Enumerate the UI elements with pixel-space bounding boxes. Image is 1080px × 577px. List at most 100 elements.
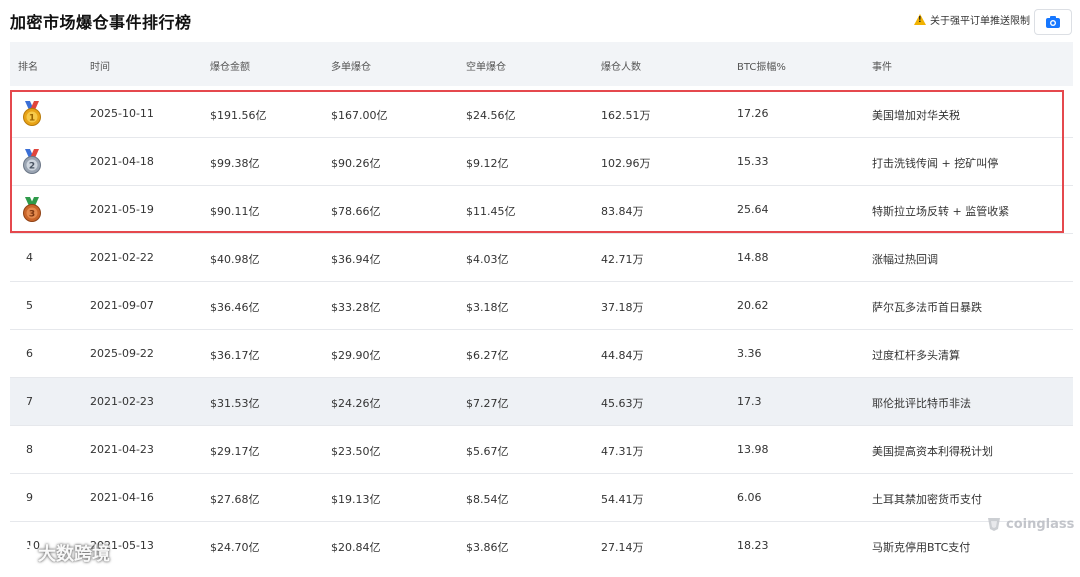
cell-total: $36.17亿 — [210, 349, 260, 362]
header-btc-amplitude[interactable]: BTC振幅% — [737, 58, 786, 73]
cell-event: 美国增加对华关税 — [872, 109, 960, 122]
svg-text:1: 1 — [29, 114, 35, 124]
svg-text:3: 3 — [29, 210, 35, 220]
cell-rank: 7 — [26, 395, 33, 408]
header-long-liquidation[interactable]: 多单爆仓 — [331, 58, 371, 73]
cell-btc: 18.23 — [737, 539, 769, 552]
chat-bubble-icon — [8, 542, 34, 563]
svg-text:2: 2 — [29, 162, 35, 172]
cell-date: 2021-02-22 — [90, 251, 154, 264]
notice-label: 关于强平订单推送限制 — [930, 16, 1030, 27]
cell-total: $24.70亿 — [210, 541, 260, 554]
cell-total: $90.11亿 — [210, 205, 260, 218]
table-row[interactable]: 7 2021-02-23 $31.53亿 $24.26亿 $7.27亿 45.6… — [10, 378, 1073, 426]
page-title: 加密市场爆仓事件排行榜 — [10, 13, 192, 32]
cell-long: $24.26亿 — [331, 397, 381, 410]
cell-rank: 5 — [26, 299, 33, 312]
header-liquidated-traders[interactable]: 爆仓人数 — [601, 58, 641, 73]
header-short-liquidation[interactable]: 空单爆仓 — [466, 58, 506, 73]
gold-medal-icon: 1 — [23, 101, 41, 126]
cell-btc: 17.3 — [737, 395, 762, 408]
dashuju-watermark: 大数跨境 — [8, 540, 110, 566]
cell-rank: 6 — [26, 347, 33, 360]
header-liquidation-amount[interactable]: 爆仓金额 — [210, 58, 250, 73]
table-row[interactable]: 5 2021-09-07 $36.46亿 $33.28亿 $3.18亿 37.1… — [10, 282, 1073, 330]
cell-date: 2021-04-23 — [90, 443, 154, 456]
cell-total: $31.53亿 — [210, 397, 260, 410]
cell-short: $6.27亿 — [466, 349, 509, 362]
table-row[interactable]: 4 2021-02-22 $40.98亿 $36.94亿 $4.03亿 42.7… — [10, 234, 1073, 282]
cell-btc: 13.98 — [737, 443, 769, 456]
header-time[interactable]: 时间 — [90, 58, 110, 73]
cell-total: $29.17亿 — [210, 445, 260, 458]
cell-date: 2025-10-11 — [90, 107, 154, 120]
cell-total: $27.68亿 — [210, 493, 260, 506]
cell-short: $11.45亿 — [466, 205, 516, 218]
liquidation-notice-link[interactable]: 关于强平订单推送限制 — [914, 12, 1030, 27]
cell-long: $19.13亿 — [331, 493, 381, 506]
cell-short: $3.18亿 — [466, 301, 509, 314]
cell-btc: 20.62 — [737, 299, 769, 312]
cell-date: 2021-04-18 — [90, 155, 154, 168]
cell-btc: 3.36 — [737, 347, 762, 360]
cell-event: 马斯克停用BTC支付 — [872, 541, 971, 554]
cell-long: $36.94亿 — [331, 253, 381, 266]
cell-event: 美国提高资本利得税计划 — [872, 445, 993, 458]
cell-date: 2021-02-23 — [90, 395, 154, 408]
table-row[interactable]: 2 2021-04-18 $99.38亿 $90.26亿 $9.12亿 102.… — [10, 138, 1073, 186]
cell-people: 45.63万 — [601, 397, 644, 410]
cell-people: 44.84万 — [601, 349, 644, 362]
warning-icon — [914, 14, 926, 25]
cell-long: $90.26亿 — [331, 157, 381, 170]
silver-medal-icon: 2 — [23, 149, 41, 174]
cell-total: $40.98亿 — [210, 253, 260, 266]
cell-event: 打击洗钱传闻 + 挖矿叫停 — [872, 157, 999, 170]
cell-short: $5.67亿 — [466, 445, 509, 458]
coinglass-watermark: coinglass — [985, 515, 1074, 533]
cell-long: $29.90亿 — [331, 349, 381, 362]
table-row[interactable]: 3 2021-05-19 $90.11亿 $78.66亿 $11.45亿 83.… — [10, 186, 1073, 234]
cell-btc: 14.88 — [737, 251, 769, 264]
bronze-medal-icon: 3 — [23, 197, 41, 222]
cell-people: 54.41万 — [601, 493, 644, 506]
cell-rank: 8 — [26, 443, 33, 456]
cell-people: 42.71万 — [601, 253, 644, 266]
camera-icon — [1046, 16, 1060, 28]
cell-rank: 9 — [26, 491, 33, 504]
cell-date: 2025-09-22 — [90, 347, 154, 360]
table-row[interactable]: 6 2025-09-22 $36.17亿 $29.90亿 $6.27亿 44.8… — [10, 330, 1073, 378]
cell-short: $3.86亿 — [466, 541, 509, 554]
cell-total: $99.38亿 — [210, 157, 260, 170]
cell-event: 耶伦批评比特币非法 — [872, 397, 971, 410]
cell-event: 萨尔瓦多法币首日暴跌 — [872, 301, 982, 314]
cell-people: 102.96万 — [601, 157, 651, 170]
table-row[interactable]: 9 2021-04-16 $27.68亿 $19.13亿 $8.54亿 54.4… — [10, 474, 1073, 522]
cell-short: $24.56亿 — [466, 109, 516, 122]
table-header: 排名 时间 爆仓金额 多单爆仓 空单爆仓 爆仓人数 BTC振幅% 事件 — [10, 42, 1073, 86]
cell-people: 162.51万 — [601, 109, 651, 122]
table-row[interactable]: 1 2025-10-11 $191.56亿 $167.00亿 $24.56亿 1… — [10, 90, 1073, 138]
cell-people: 27.14万 — [601, 541, 644, 554]
cell-event: 涨幅过热回调 — [872, 253, 938, 266]
cell-btc: 6.06 — [737, 491, 762, 504]
table-row[interactable]: 8 2021-04-23 $29.17亿 $23.50亿 $5.67亿 47.3… — [10, 426, 1073, 474]
header-event[interactable]: 事件 — [872, 58, 892, 73]
screenshot-button[interactable] — [1034, 9, 1072, 35]
cell-btc: 25.64 — [737, 203, 769, 216]
cell-date: 2021-09-07 — [90, 299, 154, 312]
cell-short: $9.12亿 — [466, 157, 509, 170]
header-rank[interactable]: 排名 — [18, 58, 38, 73]
table-row[interactable]: 10 2021-05-13 $24.70亿 $20.84亿 $3.86亿 27.… — [10, 522, 1073, 577]
cell-date: 2021-05-19 — [90, 203, 154, 216]
cell-btc: 17.26 — [737, 107, 769, 120]
cell-total: $36.46亿 — [210, 301, 260, 314]
cell-long: $33.28亿 — [331, 301, 381, 314]
cell-long: $20.84亿 — [331, 541, 381, 554]
cell-short: $8.54亿 — [466, 493, 509, 506]
cell-btc: 15.33 — [737, 155, 769, 168]
coinglass-logo-icon — [988, 518, 1000, 531]
cell-date: 2021-04-16 — [90, 491, 154, 504]
cell-event: 过度杠杆多头清算 — [872, 349, 960, 362]
cell-long: $78.66亿 — [331, 205, 381, 218]
cell-event: 特斯拉立场反转 + 监管收紧 — [872, 205, 1010, 218]
